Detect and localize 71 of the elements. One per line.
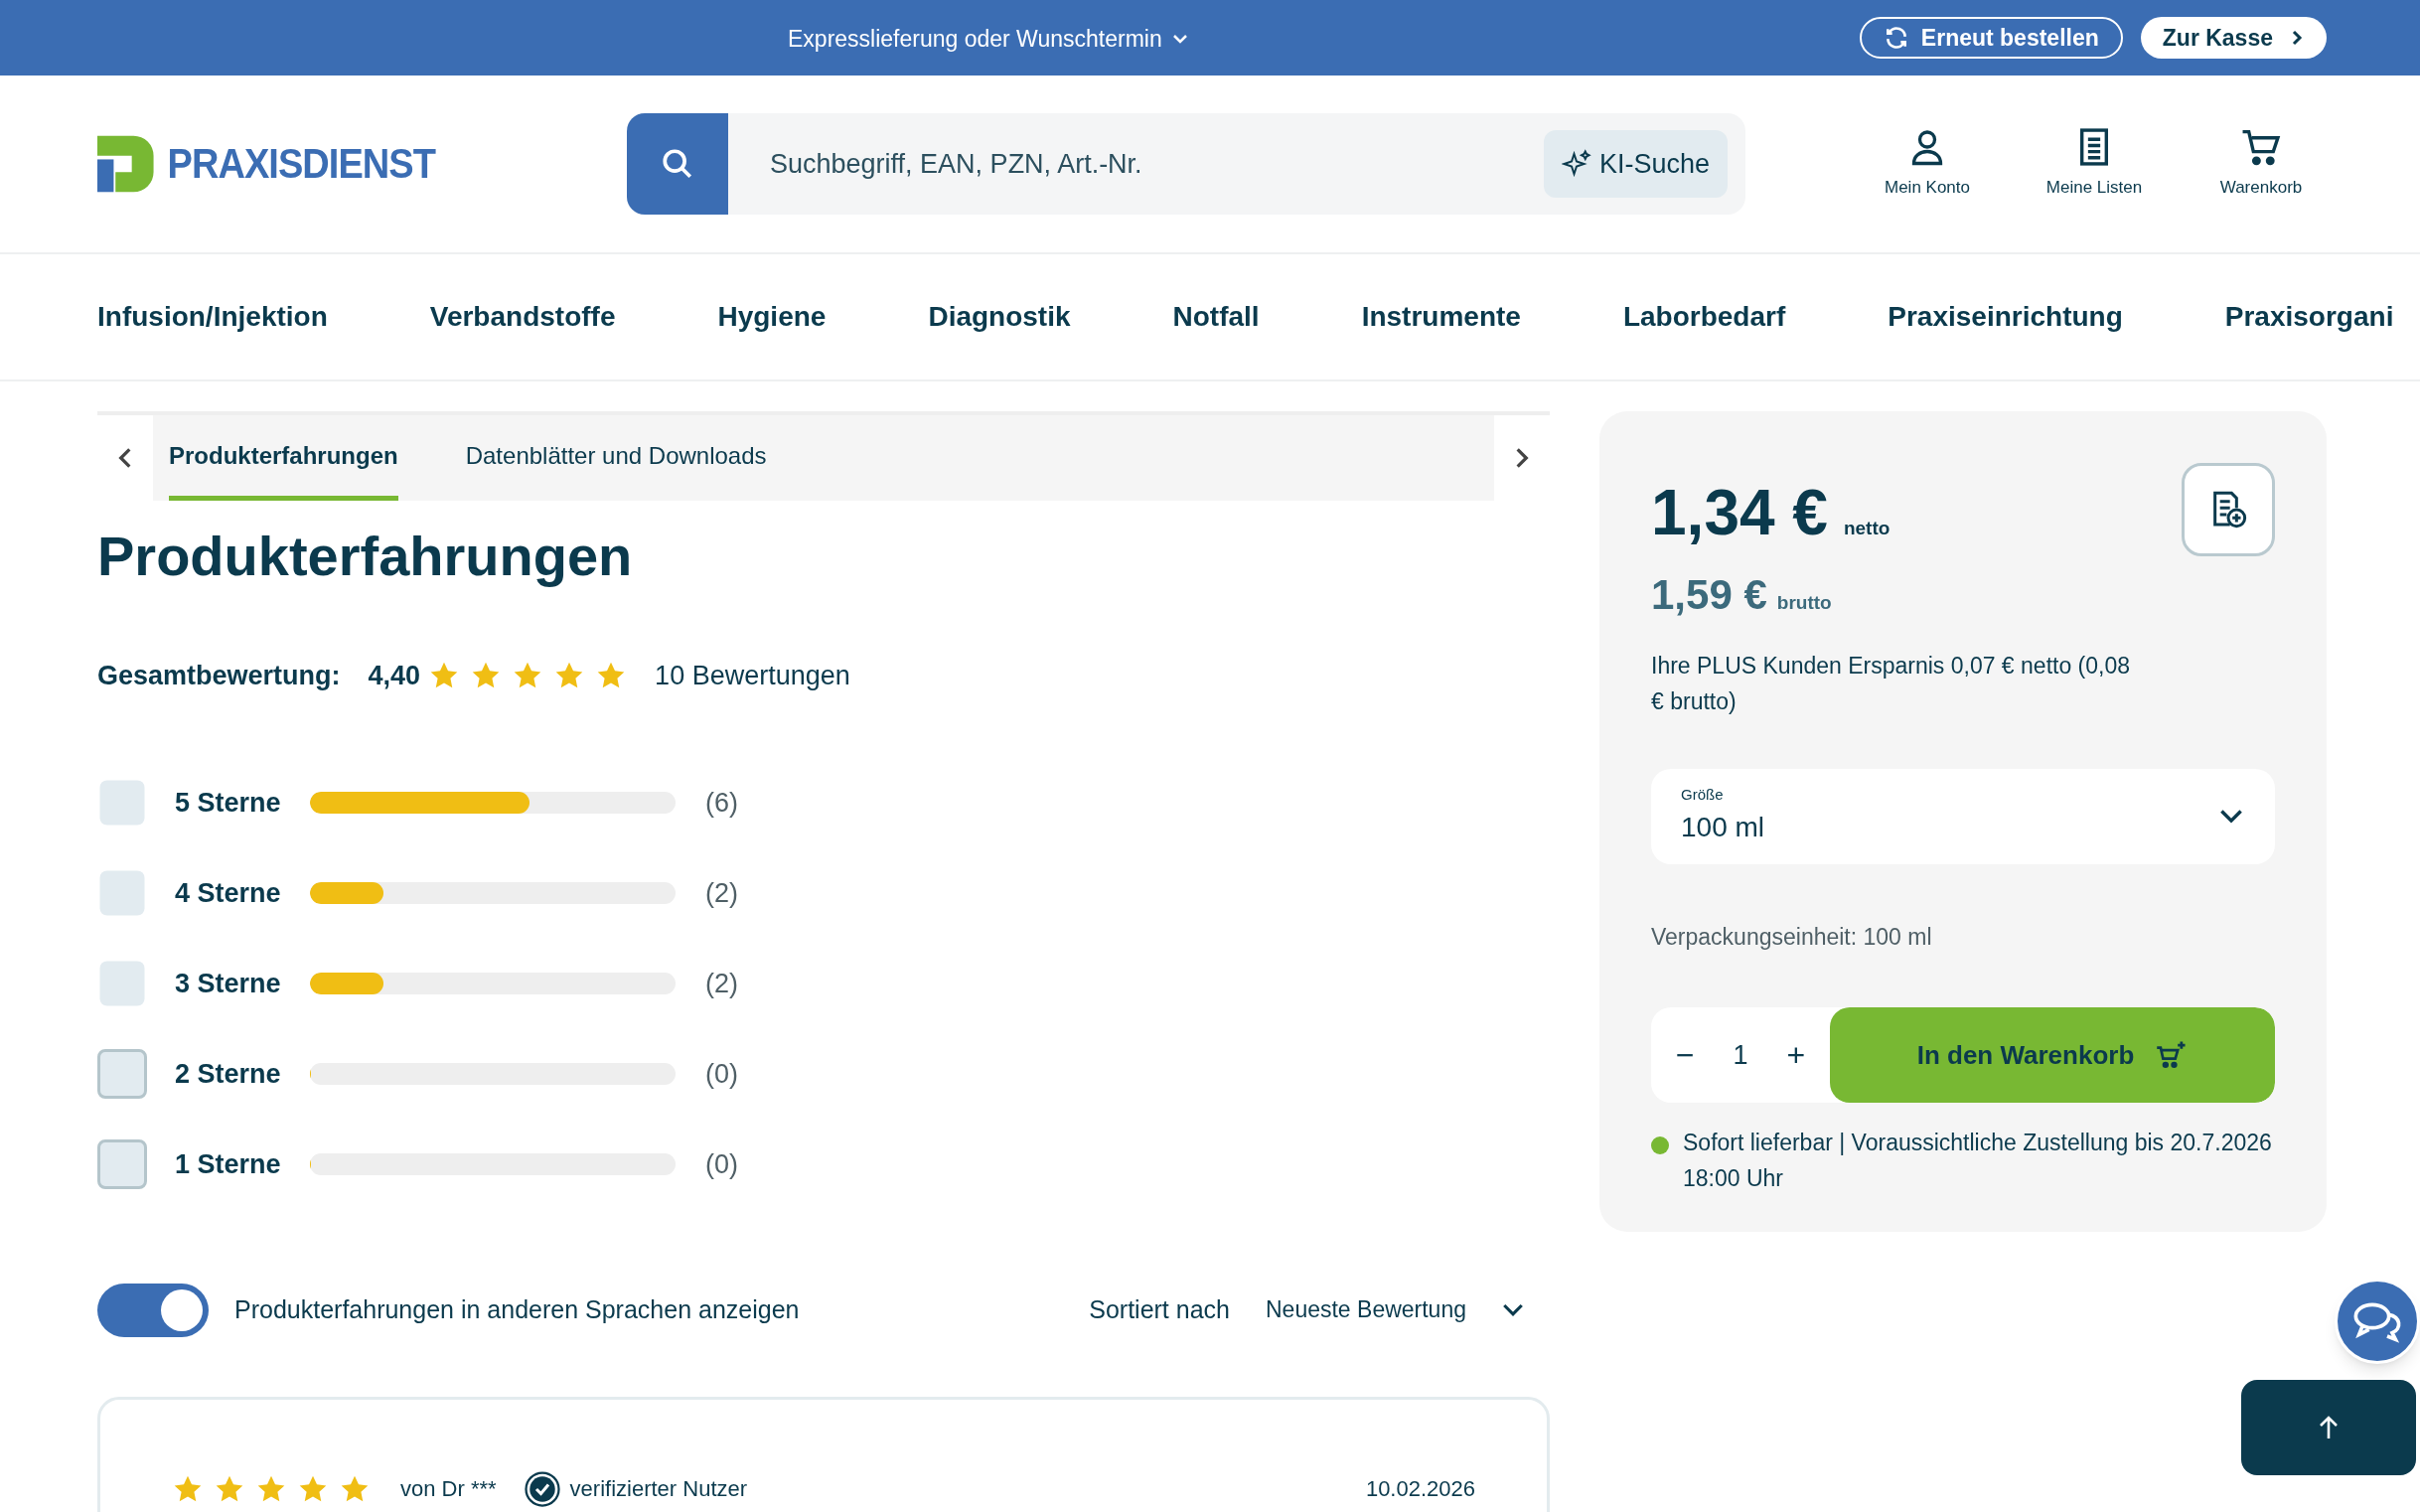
net-label: netto: [1843, 517, 1891, 540]
search-button[interactable]: [627, 113, 728, 215]
checkbox[interactable]: [99, 780, 145, 826]
size-value: 100 ml: [1681, 810, 1765, 844]
decrease-button[interactable]: −: [1665, 1031, 1706, 1079]
toggle-label: Produkterfahrungen in anderen Sprachen anzeigen: [234, 1293, 800, 1325]
packaging-unit: Verpackungseinheit: 100 ml: [1651, 922, 1933, 952]
category-link[interactable]: Verbandstoffe: [429, 296, 616, 338]
cart-plus-icon: [2156, 1040, 2189, 1070]
checkout-button[interactable]: Zur Kasse: [2140, 17, 2327, 59]
category-link[interactable]: Hygiene: [717, 296, 827, 338]
gross-label: brutto: [1776, 591, 1832, 615]
category-link[interactable]: Infusion/Injektion: [97, 296, 328, 338]
star-filter-label: 2 Sterne: [175, 1057, 282, 1091]
category-link[interactable]: Praxisorgani: [2224, 296, 2394, 338]
lists-button[interactable]: Meine Listen: [2033, 127, 2156, 201]
overall-rating-label: Gesamtbewertung:: [97, 660, 341, 692]
gross-price: 1,59 €: [1651, 574, 1767, 616]
rating-count: (6): [705, 786, 738, 820]
review-author: von Dr ***: [400, 1475, 497, 1503]
tab[interactable]: Produkterfahrungen: [169, 415, 398, 501]
review-date: 10.02.2026: [1365, 1475, 1475, 1503]
rating-count: (0): [705, 1147, 738, 1181]
overall-rating-value: 4,40: [368, 660, 421, 692]
category-link[interactable]: Laborbedarf: [1622, 296, 1786, 338]
sort-label: Sortiert nach: [1089, 1293, 1230, 1325]
net-price: 1,34 €: [1651, 481, 1828, 544]
search-icon: [661, 147, 694, 181]
size-dropdown[interactable]: Größe 100 ml: [1651, 768, 2275, 864]
sort-dropdown[interactable]: Neueste Bewertung: [1266, 1292, 1526, 1327]
category-link[interactable]: Instrumente: [1361, 296, 1521, 338]
logo-text: PRAXISDIENST: [167, 139, 435, 189]
availability-text: Sofort lieferbar | Voraussichtliche Zustellung bis 20.7.2026 18:00 Uhr: [1683, 1129, 2273, 1193]
star-filter-label: 1 Sterne: [175, 1147, 282, 1181]
category-link[interactable]: Diagnostik: [928, 296, 1071, 338]
delivery-options-link[interactable]: Expresslieferung oder Wunschtermin: [788, 22, 1190, 57]
rating-count: (2): [705, 876, 738, 910]
review-count: 10 Bewertungen: [655, 660, 850, 692]
section-heading: Produkterfahrungen: [97, 524, 634, 589]
rating-count: (0): [705, 1057, 738, 1091]
checkbox[interactable]: [97, 1139, 147, 1189]
checkbox[interactable]: [97, 1049, 147, 1099]
category-link[interactable]: Praxiseinrichtung: [1888, 296, 2123, 338]
verified-check-icon: [524, 1470, 560, 1507]
tab[interactable]: Datenblätter und Downloads: [465, 415, 767, 501]
reorder-button[interactable]: Erneut bestellen: [1859, 17, 2123, 59]
add-to-list-button[interactable]: [2182, 463, 2275, 556]
rating-count: (2): [705, 967, 738, 1000]
logo-mark-icon: [97, 133, 154, 195]
ai-search-button[interactable]: KI-Suche: [1543, 130, 1728, 198]
sparkle-icon: [1561, 149, 1591, 179]
checkbox[interactable]: [99, 870, 145, 916]
star-filter-label: 4 Sterne: [175, 876, 282, 910]
person-icon: [1909, 127, 1945, 168]
scroll-to-top-button[interactable]: [2241, 1380, 2416, 1475]
size-field-label: Größe: [1681, 785, 1725, 806]
verified-user-label: verifizierter Nutzer: [569, 1475, 748, 1503]
category-link[interactable]: Notfall: [1172, 296, 1260, 338]
account-button[interactable]: Mein Konto: [1866, 127, 1989, 201]
cart-button[interactable]: Warenkorb: [2199, 127, 2323, 201]
checkbox[interactable]: [99, 961, 145, 1006]
search-field[interactable]: Suchbegriff, EAN, PZN, Art.-Nr. KI-Suche: [627, 113, 1745, 215]
savings-note: Ihre PLUS Kunden Ersparnis 0,07 € netto (0,08 € brutto): [1651, 651, 2132, 716]
star-filter-label: 3 Sterne: [175, 967, 282, 1000]
increase-button[interactable]: +: [1775, 1031, 1816, 1079]
add-to-cart-button[interactable]: In den Warenkorb: [1830, 1007, 2275, 1103]
toggle-switch[interactable]: [97, 1283, 209, 1337]
quantity-value: 1: [1733, 1038, 1748, 1072]
document-list-icon: [2078, 127, 2110, 168]
star-filter-label: 5 Sterne: [175, 786, 282, 820]
cart-icon: [2241, 127, 2281, 168]
